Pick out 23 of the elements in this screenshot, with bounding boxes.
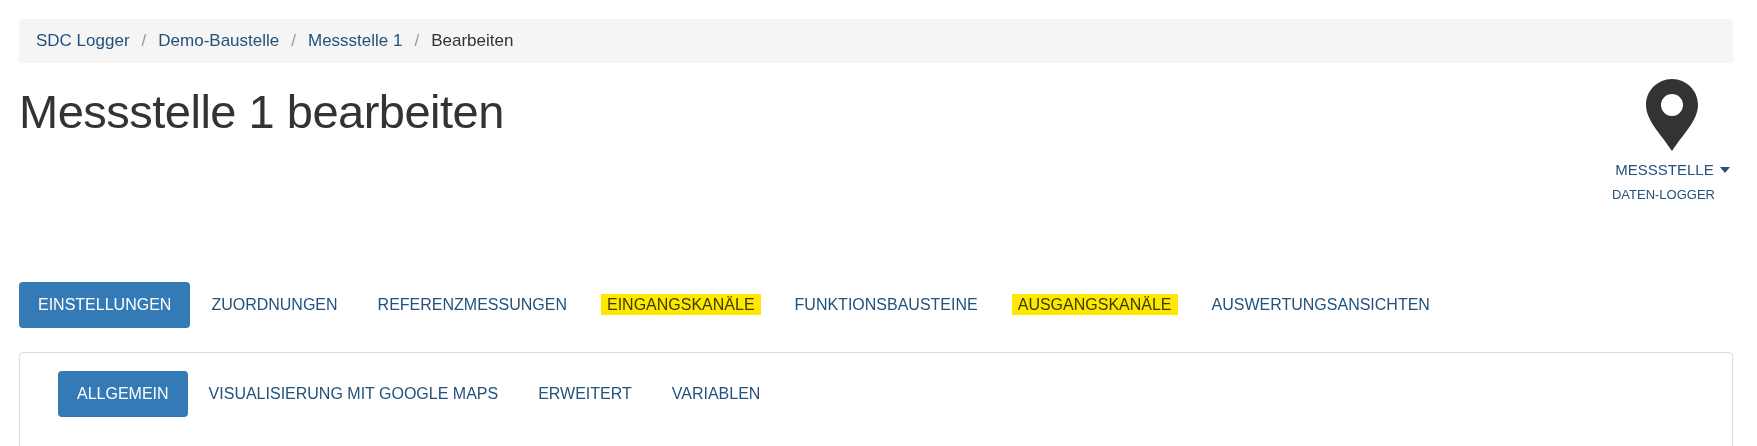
context-dropdown[interactable]: MESSSTELLE xyxy=(1615,161,1730,178)
tab[interactable]: ZUORDNUNGEN xyxy=(192,282,357,328)
breadcrumb-link[interactable]: Demo-Baustelle xyxy=(158,31,280,51)
tab[interactable]: EINSTELLUNGEN xyxy=(19,282,191,328)
breadcrumb-current: Bearbeiten xyxy=(431,31,514,51)
tab[interactable]: AUSWERTUNGSANSICHTEN xyxy=(1192,282,1449,328)
tab[interactable]: ALLGEMEIN xyxy=(58,371,188,417)
page-title: Messstelle 1 bearbeiten xyxy=(19,84,504,140)
map-pin-icon xyxy=(1646,79,1699,151)
breadcrumb-separator: / xyxy=(140,31,148,51)
tab[interactable]: EINGANGSKANÄLE xyxy=(587,282,774,328)
tab[interactable]: VARIABLEN xyxy=(652,371,780,417)
context-link[interactable]: DATEN-LOGGER xyxy=(1611,187,1715,202)
breadcrumb-link[interactable]: SDC Logger xyxy=(36,31,130,51)
tab[interactable]: AUSGANGSKANÄLE xyxy=(998,282,1191,328)
tab[interactable]: REFERENZMESSUNGEN xyxy=(358,282,586,328)
breadcrumb-separator: / xyxy=(413,31,421,51)
tab[interactable]: VISUALISIERUNG MIT GOOGLE MAPS xyxy=(189,371,518,417)
tab[interactable]: ERWEITERT xyxy=(519,371,651,417)
caret-icon xyxy=(1719,166,1730,173)
breadcrumb-separator: / xyxy=(290,31,297,51)
breadcrumb-link[interactable]: Messstelle 1 xyxy=(308,31,403,51)
tab[interactable]: FUNKTIONSBAUSTEINE xyxy=(775,282,997,328)
